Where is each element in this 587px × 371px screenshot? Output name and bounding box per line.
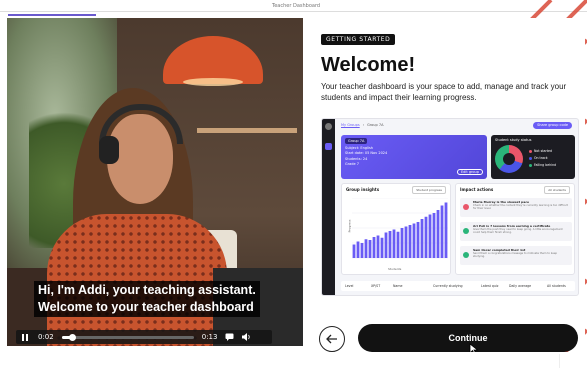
action-desc: Send them a congratulations message to m…	[473, 252, 558, 259]
column-header: Name	[393, 284, 403, 288]
action-item: Sam Oscar completed their 1st Send them …	[460, 246, 572, 265]
actions-heading: Impact actions	[460, 187, 494, 192]
caption-line-2: Welcome to your teacher dashboard	[38, 300, 254, 314]
shelf	[197, 128, 297, 133]
column-header: Level	[345, 284, 354, 288]
insights-bar	[380, 237, 384, 258]
share-code-button: Share group code	[533, 122, 572, 129]
group-card-row: Grade 7	[345, 161, 360, 166]
status-donut-chart	[495, 145, 523, 173]
insights-heading: Group insights	[346, 187, 380, 192]
insights-bar	[376, 235, 380, 258]
edit-group-button: Edit group	[456, 169, 483, 175]
insights-bar	[356, 241, 360, 258]
insights-bar	[432, 213, 436, 258]
insights-bar-chart	[352, 198, 448, 259]
screen: Teacher Dashboard Hi, I'm Addi, your tea…	[0, 0, 587, 371]
volume-icon[interactable]	[242, 333, 251, 341]
insights-bar	[360, 243, 364, 258]
action-desc: Give them the push they need to keep goi…	[473, 228, 563, 235]
insights-bar	[424, 216, 428, 258]
insights-bar	[400, 228, 404, 258]
insights-bar	[392, 229, 396, 258]
bottom-bar	[0, 352, 587, 371]
legend-item: Falling behind	[529, 163, 556, 167]
onboarding-panel: GETTING STARTED Welcome! Your teacher da…	[303, 18, 585, 355]
insights-bar	[444, 202, 448, 258]
logo-icon	[325, 123, 332, 130]
caption-line-1: Hi, I'm Addi, your teaching assistant.	[38, 283, 256, 297]
breadcrumb-link: My Groups	[341, 123, 360, 127]
impact-actions-card: Impact actions All students Maria Murray…	[455, 183, 575, 275]
actions-selector: All students	[544, 186, 570, 194]
insights-selector: Student progress	[412, 186, 446, 194]
action-item: Ari Poli is 7 lessons from earning a cer…	[460, 222, 572, 241]
breadcrumb: My Groups › Group 7A	[341, 123, 384, 127]
insights-bar	[368, 240, 372, 258]
study-status-card: Student study status Not started On trac…	[491, 135, 575, 179]
video-controls: 0:02 0:13	[16, 330, 272, 344]
arrow-left-icon	[326, 334, 337, 344]
insights-bar	[420, 219, 424, 258]
column-header: Latest quiz	[481, 284, 499, 288]
app-brand: Teacher Dashboard	[272, 3, 321, 9]
groups-icon	[325, 143, 332, 150]
video-caption: Hi, I'm Addi, your teaching assistant. W…	[34, 281, 260, 317]
column-header: XP/ST	[371, 284, 381, 288]
status-dot-icon	[463, 228, 469, 234]
group-insights-card: Group insights Student progress Progress…	[341, 183, 451, 275]
student-table-header: Level XP/ST Name Currently studying Late…	[341, 281, 575, 291]
study-status-heading: Student study status	[495, 138, 532, 142]
group-card: Group 7A Subject: English Start date: 05…	[341, 135, 487, 179]
insights-bar	[416, 222, 420, 258]
lamp-glow	[183, 78, 243, 86]
time-current: 0:02	[38, 333, 54, 341]
captions-icon[interactable]	[225, 333, 234, 341]
time-total: 0:13	[201, 333, 218, 341]
action-item: Maria Murray is the slowest pace Check i…	[460, 198, 572, 217]
table-selector: All students	[547, 284, 566, 288]
seek-knob[interactable]	[69, 333, 77, 341]
breadcrumb-current: Group 7A	[367, 123, 384, 127]
page-title: Welcome!	[321, 54, 416, 76]
insights-bar	[372, 237, 376, 258]
preview-sidebar	[322, 119, 335, 295]
status-dot-icon	[463, 252, 469, 258]
legend-item: On track	[529, 156, 548, 160]
column-header: Currently studying	[433, 284, 463, 288]
pause-icon[interactable]	[22, 333, 30, 341]
insights-xlabel: Students	[388, 267, 402, 271]
seek-bar[interactable]	[61, 333, 194, 341]
group-card-heading: Group 7A	[345, 138, 368, 144]
step-pill: GETTING STARTED	[321, 34, 396, 45]
insights-bar	[384, 232, 388, 258]
dashboard-preview: My Groups › Group 7A Share group code Grou…	[321, 118, 579, 296]
onboarding-progress	[8, 14, 96, 16]
insights-bar	[352, 244, 356, 258]
insights-bar	[412, 223, 416, 258]
continue-button[interactable]: Continue	[358, 324, 578, 352]
insights-bar	[440, 205, 444, 258]
action-desc: Check in on whether the content they're …	[473, 204, 568, 211]
insights-bar	[436, 210, 440, 258]
column-header: Daily average	[509, 284, 532, 288]
status-dot-icon	[463, 204, 469, 210]
insights-bar	[388, 231, 392, 258]
insights-bar	[408, 225, 412, 258]
divider	[559, 354, 573, 368]
back-button[interactable]	[319, 326, 345, 352]
page-description: Your teacher dashboard is your space to …	[321, 82, 567, 102]
legend-item: Not started	[529, 149, 552, 153]
insights-bar	[404, 226, 408, 258]
insights-ylabel: Progress	[347, 219, 352, 233]
insights-bar	[396, 231, 400, 258]
headset-earcup	[99, 136, 119, 164]
insights-bar	[364, 239, 368, 258]
presenter-shirt	[47, 214, 227, 346]
insights-bar	[428, 214, 432, 258]
